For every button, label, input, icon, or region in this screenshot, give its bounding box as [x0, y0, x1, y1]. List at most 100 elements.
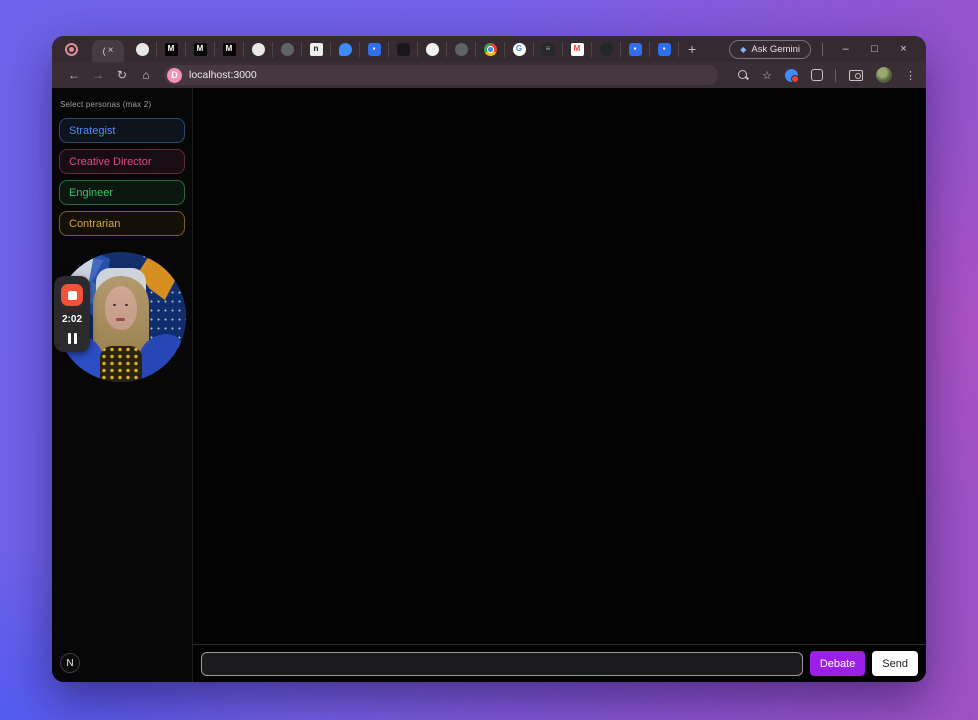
tab-close-icon[interactable]: ×	[108, 46, 114, 56]
medium-icon: M	[164, 42, 178, 56]
browser-tab[interactable]	[592, 41, 621, 57]
sidebar: Select personas (max 2) Strategist Creat…	[52, 88, 193, 682]
github-icon	[425, 42, 439, 56]
composer-bar: Debate Send	[193, 644, 926, 682]
browser-window: ( × M M M n ▪ G ≡ M ▪ ▪ + ◆ Ask Gemini –…	[52, 36, 926, 682]
browser-tab[interactable]	[244, 41, 273, 57]
browser-tab[interactable]: G	[505, 41, 534, 57]
notion-icon: n	[309, 42, 323, 56]
chart-icon: ≡	[541, 42, 555, 56]
message-input[interactable]	[201, 651, 803, 676]
profile-wrap[interactable]	[876, 67, 892, 83]
browser-tab[interactable]: M	[563, 41, 592, 57]
forward-icon[interactable]: →	[86, 68, 110, 82]
github-icon	[599, 42, 613, 56]
globe-icon	[280, 42, 294, 56]
minimize-button[interactable]: –	[831, 43, 860, 55]
webcam-bubble: 2:02	[54, 252, 186, 384]
reload-icon[interactable]: ↻	[110, 68, 134, 82]
controls-divider	[822, 42, 823, 56]
medium-icon: M	[193, 42, 207, 56]
home-icon[interactable]: ⌂	[134, 68, 158, 82]
tab-search-wrap[interactable]	[849, 69, 863, 81]
globe-icon	[454, 42, 468, 56]
stop-recording-button[interactable]	[61, 284, 83, 306]
desktop-background: ( × M M M n ▪ G ≡ M ▪ ▪ + ◆ Ask Gemini –…	[0, 0, 978, 720]
new-tab-button[interactable]: +	[688, 42, 696, 56]
main-panel: Debate Send	[193, 88, 926, 682]
zoom-icon-wrap[interactable]	[737, 69, 749, 81]
active-tab-label: (	[102, 46, 106, 56]
address-bar[interactable]: D localhost:3000	[164, 65, 719, 85]
browser-tab[interactable]	[418, 41, 447, 57]
medium-icon: M	[222, 42, 236, 56]
webcam-person-mouth	[116, 318, 125, 321]
webcam-person-top	[100, 346, 142, 382]
toolbar-divider	[835, 68, 836, 82]
chatgpt-icon	[135, 42, 149, 56]
browser-tab-bar: ( × M M M n ▪ G ≡ M ▪ ▪ + ◆ Ask Gemini –…	[52, 36, 926, 62]
sidebar-footer: N	[52, 645, 192, 682]
browser-tab[interactable]: ▪	[650, 41, 679, 57]
url-text[interactable]: localhost:3000	[189, 69, 257, 81]
persona-button-strategist[interactable]: Strategist	[59, 118, 185, 143]
tab-strip: M M M n ▪ G ≡ M ▪ ▪	[128, 36, 679, 62]
profile-avatar	[876, 67, 892, 83]
webcam-person-face	[105, 286, 137, 330]
recording-indicator-icon[interactable]	[65, 42, 78, 56]
ask-gemini-button[interactable]: ◆ Ask Gemini	[729, 39, 811, 59]
browser-tab[interactable]: ▪	[621, 41, 650, 57]
browser-tab[interactable]	[331, 41, 360, 57]
app-blue-icon: ▪	[657, 42, 671, 56]
extensions-wrap[interactable]	[811, 69, 823, 81]
webcam-person-eye	[113, 304, 116, 306]
browser-tab[interactable]: M	[186, 41, 215, 57]
browser-menu-icon[interactable]: ⋮	[905, 69, 916, 82]
webcam-person-eye	[125, 304, 128, 306]
browser-tab[interactable]: M	[157, 41, 186, 57]
extension-blue-wrap[interactable]	[785, 68, 799, 83]
gmail-icon: M	[570, 42, 584, 56]
pause-icon	[67, 333, 71, 344]
debate-button[interactable]: Debate	[809, 651, 866, 676]
active-tab[interactable]: ( ×	[92, 40, 124, 62]
chatgpt-icon	[251, 42, 265, 56]
bookmark-star-icon[interactable]: ☆	[762, 69, 772, 82]
persona-button-creative-director[interactable]: Creative Director	[59, 149, 185, 174]
send-button[interactable]: Send	[872, 651, 918, 676]
browser-tab[interactable]: M	[215, 41, 244, 57]
close-button[interactable]: ×	[889, 43, 918, 55]
browser-tab[interactable]: ▪	[360, 41, 389, 57]
browser-tab[interactable]	[128, 41, 157, 57]
black-app-icon	[396, 42, 410, 56]
nextjs-devtools-badge[interactable]: N	[60, 653, 80, 673]
pause-recording-button[interactable]	[67, 333, 77, 344]
bluesky-icon	[338, 42, 352, 56]
extensions-icon	[811, 69, 823, 81]
app-blue-icon: ▪	[367, 42, 381, 56]
browser-tab[interactable]	[389, 41, 418, 57]
ask-gemini-label: Ask Gemini	[751, 43, 800, 55]
zoom-icon	[737, 69, 749, 81]
browser-tab[interactable]: ≡	[534, 41, 563, 57]
recording-timer: 2:02	[61, 314, 82, 325]
browser-tab[interactable]	[447, 41, 476, 57]
browser-tab[interactable]	[273, 41, 302, 57]
personas-heading: Select personas (max 2)	[60, 100, 152, 109]
persona-list: Strategist Creative Director Engineer Co…	[52, 118, 192, 236]
record-dot-icon	[69, 46, 74, 52]
app-blue-icon: ▪	[628, 42, 642, 56]
recording-controls: 2:02	[54, 276, 90, 352]
app-content: Select personas (max 2) Strategist Creat…	[52, 88, 926, 682]
browser-tab[interactable]	[476, 41, 505, 57]
pause-icon	[73, 333, 77, 344]
persona-button-contrarian[interactable]: Contrarian	[59, 211, 185, 236]
browser-toolbar: ← → ↻ ⌂ D localhost:3000 ☆ ⋮	[52, 62, 926, 88]
extension-icon	[785, 68, 799, 83]
chrome-icon	[483, 42, 497, 56]
persona-button-engineer[interactable]: Engineer	[59, 180, 185, 205]
chat-area	[193, 88, 926, 644]
browser-tab[interactable]: n	[302, 41, 331, 57]
back-icon[interactable]: ←	[62, 68, 86, 82]
maximize-button[interactable]: □	[860, 43, 889, 55]
